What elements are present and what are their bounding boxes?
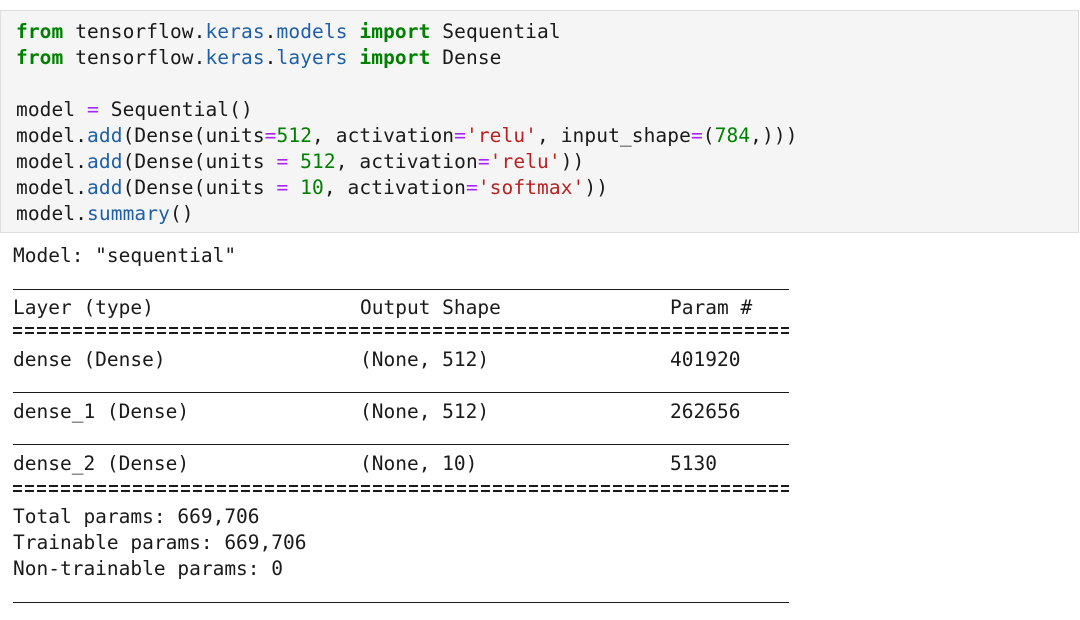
method-name: summary xyxy=(87,202,170,225)
module-name: keras xyxy=(205,46,265,69)
table-row-layer: dense_2 (Dense) xyxy=(13,452,190,475)
table-bottom-rule xyxy=(13,602,789,603)
operator: = xyxy=(690,124,703,147)
table-row-params: 401920 xyxy=(670,348,741,371)
operator: = xyxy=(454,124,466,147)
keyword-import: import xyxy=(359,20,431,43)
row-rule xyxy=(13,444,789,445)
code-text: () xyxy=(169,202,194,225)
operator: = xyxy=(87,98,99,121)
number-literal: 784 xyxy=(714,124,751,147)
code-text: , activation xyxy=(323,176,466,199)
operator: = xyxy=(276,176,289,199)
table-row-layer: dense (Dense) xyxy=(13,348,166,371)
code-line-5: model.add(Dense(units = 512, activation=… xyxy=(16,149,584,175)
dot: . xyxy=(264,46,277,69)
non-trainable-params: Non-trainable params: 0 xyxy=(13,557,284,580)
header-double-rule xyxy=(13,327,789,335)
module-name: layers xyxy=(276,46,348,69)
table-top-rule xyxy=(13,289,789,290)
dot: . xyxy=(193,20,206,43)
footer-double-rule xyxy=(13,485,789,493)
method-name: add xyxy=(87,150,123,173)
code-text: )) xyxy=(584,176,609,199)
method-name: add xyxy=(87,176,123,199)
method-name: add xyxy=(87,124,123,147)
import-name: Sequential xyxy=(442,20,561,43)
call: Sequential() xyxy=(110,98,253,121)
table-row-shape: (None, 512) xyxy=(360,400,490,423)
code-line-6: model.add(Dense(units = 10, activation='… xyxy=(16,175,608,201)
operator: = xyxy=(264,124,277,147)
code-line-2: from tensorflow.keras.layers import Dens… xyxy=(16,45,502,71)
code-line-7: model.summary() xyxy=(16,201,194,227)
module-name: models xyxy=(276,20,348,43)
code-text: )) xyxy=(560,150,585,173)
header-param-count: Param # xyxy=(670,296,753,319)
keyword-from: from xyxy=(16,46,64,69)
code-text: model. xyxy=(16,150,88,173)
keyword-import: import xyxy=(359,46,431,69)
operator: = xyxy=(465,176,478,199)
number-literal: 512 xyxy=(288,150,336,173)
string-literal: 'softmax' xyxy=(477,176,585,199)
variable: model xyxy=(16,98,76,121)
code-text: , activation xyxy=(312,124,455,147)
keyword-from: from xyxy=(16,20,64,43)
string-literal: 'relu' xyxy=(465,124,538,147)
code-line-3: model = Sequential() xyxy=(16,97,253,123)
number-literal: 10 xyxy=(288,176,324,199)
dot: . xyxy=(264,20,277,43)
module-name: tensorflow xyxy=(75,46,194,69)
table-row-layer: dense_1 (Dense) xyxy=(13,400,190,423)
table-row-params: 262656 xyxy=(670,400,741,423)
table-row-shape: (None, 10) xyxy=(360,452,478,475)
module-name: tensorflow xyxy=(75,20,194,43)
total-params: Total params: 669,706 xyxy=(13,505,260,528)
code-text: (Dense(units xyxy=(122,176,277,199)
model-title: Model: "sequential" xyxy=(13,244,237,267)
code-text: ( xyxy=(702,124,715,147)
code-text: , activation xyxy=(335,150,478,173)
number-literal: 512 xyxy=(276,124,313,147)
code-text: (Dense(units xyxy=(122,150,277,173)
code-text: model. xyxy=(16,176,88,199)
operator: = xyxy=(276,150,289,173)
operator: = xyxy=(477,150,490,173)
module-name: keras xyxy=(205,20,265,43)
import-name: Dense xyxy=(442,46,502,69)
table-row-shape: (None, 512) xyxy=(360,348,490,371)
header-output-shape: Output Shape xyxy=(360,296,501,319)
row-rule xyxy=(13,392,789,393)
code-cell[interactable]: from tensorflow.keras.models import Sequ… xyxy=(0,10,1079,233)
code-line-1: from tensorflow.keras.models import Sequ… xyxy=(16,19,561,45)
code-text: (Dense(units xyxy=(122,124,265,147)
header-layer: Layer (type) xyxy=(13,296,154,319)
table-row-params: 5130 xyxy=(670,452,717,475)
code-text: , input_shape xyxy=(537,124,691,147)
dot: . xyxy=(193,46,206,69)
string-literal: 'relu' xyxy=(489,150,561,173)
code-text: ,))) xyxy=(750,124,798,147)
code-line-4: model.add(Dense(units=512, activation='r… xyxy=(16,123,798,149)
code-text: model. xyxy=(16,124,88,147)
code-text: model. xyxy=(16,202,88,225)
trainable-params: Trainable params: 669,706 xyxy=(13,531,307,554)
